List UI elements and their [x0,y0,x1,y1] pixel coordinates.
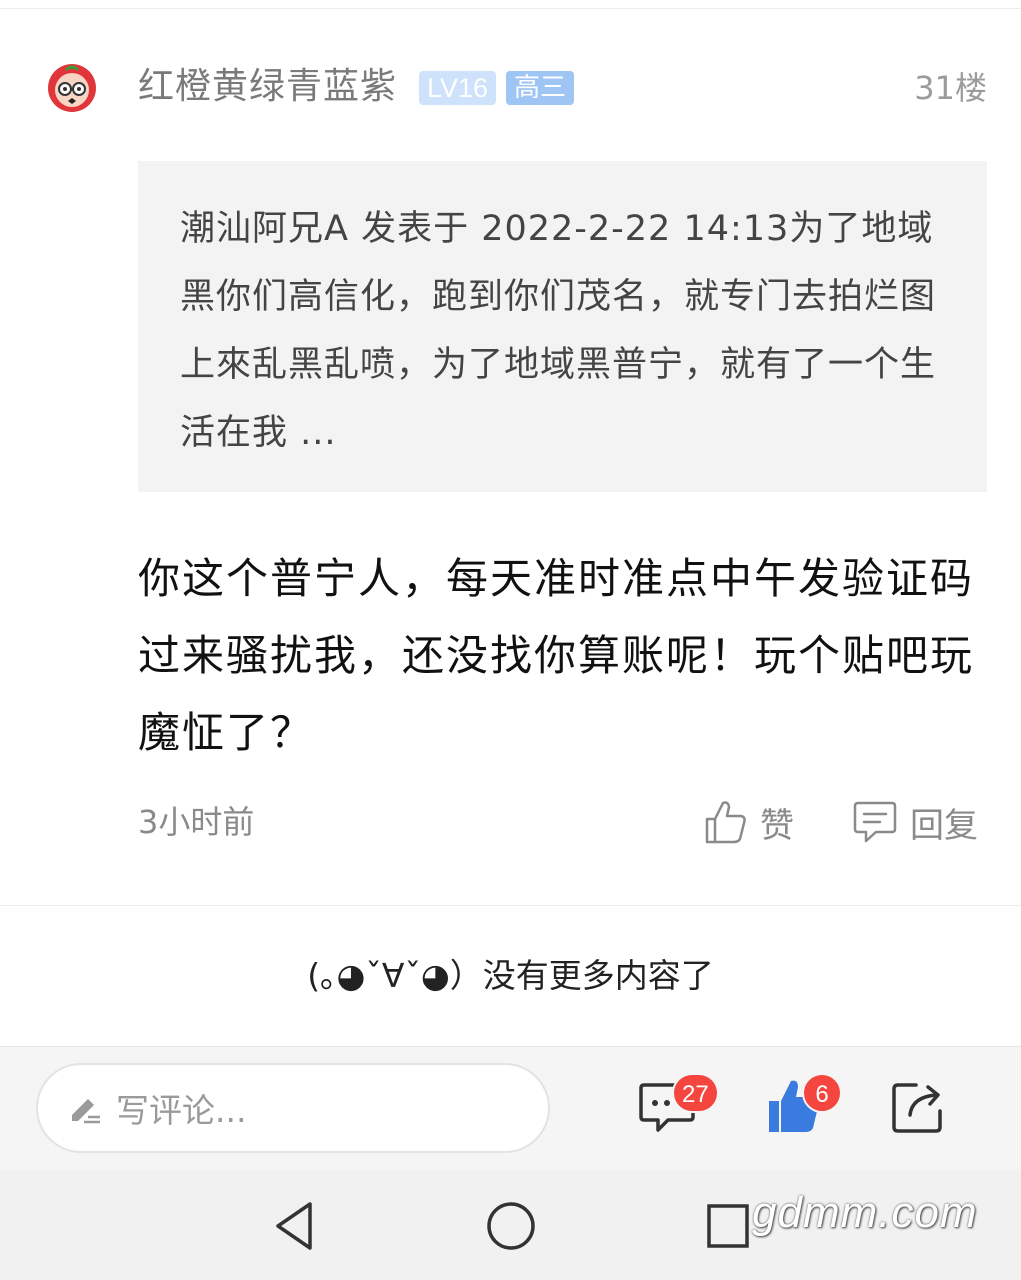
thumb-up-icon [705,801,746,844]
quoted-post[interactable]: 潮汕阿兄A 发表于 2022-2-22 14:13为了地域黑你们高信化，跑到你们… [138,161,987,492]
post-time: 3小时前 [138,803,255,841]
end-of-content-message: (｡◕ˇ∀ˇ◕）没有更多内容了 [307,956,714,995]
top-divider [0,8,1021,9]
like-button[interactable]: 赞 [704,794,794,850]
comment-bar: 写评论... 27 6 [0,1046,1021,1171]
quote-text: 潮汕阿兄A 发表于 2022-2-22 14:13为了地域黑你们高信化，跑到你们… [180,209,937,453]
section-divider [0,905,1021,906]
avatar[interactable] [46,62,98,114]
comment-input[interactable]: 写评论... [36,1063,550,1153]
back-icon[interactable] [270,1198,320,1254]
floor-number: 31楼 [914,69,987,107]
comment-body: 你这个普宁人，每天准时准点中午发验证码过来骚扰我，还没找你算账呢！玩个贴吧玩魔怔… [138,554,975,757]
recents-icon[interactable] [704,1198,754,1254]
reply-button[interactable]: 回复 [852,794,978,850]
watermark-text: gdmm.com [752,1188,978,1237]
username[interactable]: 红橙黄绿青蓝紫 [138,64,397,110]
level-badge: LV16 [419,71,497,105]
share-button[interactable] [890,1077,954,1141]
share-icon [892,1083,942,1133]
reply-label: 回复 [910,805,978,846]
comment-placeholder: 写评论... [116,1091,247,1130]
like-label: 赞 [760,805,794,846]
home-icon[interactable] [484,1198,538,1254]
reply-icon [853,801,897,843]
like-count-badge: 6 [802,1073,842,1113]
pencil-icon [72,1099,100,1124]
comment-count-badge: 27 [672,1073,719,1113]
grade-badge: 高三 [506,71,575,105]
